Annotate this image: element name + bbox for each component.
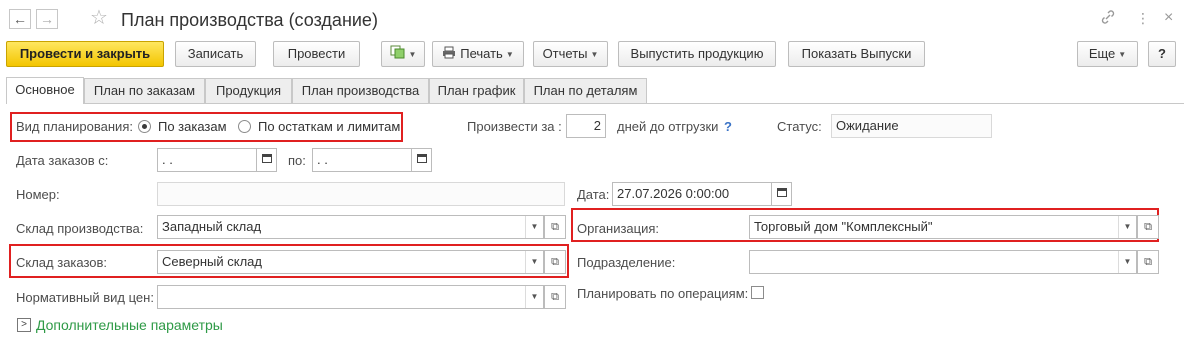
tab-plan-by-orders[interactable]: План по заказам: [84, 78, 205, 103]
date-input[interactable]: 27.07.2026 0:00:00: [612, 182, 772, 206]
link-icon[interactable]: [1100, 9, 1116, 29]
print-label: Печать: [460, 46, 503, 61]
calendar-icon[interactable]: [772, 182, 792, 206]
date-label: Дата:: [577, 187, 610, 202]
print-button[interactable]: Печать ▼: [432, 41, 524, 67]
price-type-select[interactable]: ▼: [157, 285, 544, 309]
forward-button[interactable]: →: [36, 9, 58, 29]
prod-warehouse-value: Западный склад: [162, 219, 262, 234]
calendar-icon[interactable]: [257, 148, 277, 172]
number-field[interactable]: [157, 182, 565, 206]
show-releases-button[interactable]: Показать Выпуски: [788, 41, 925, 67]
planning-type-label: Вид планирования:: [16, 119, 133, 134]
tab-main[interactable]: Основное: [6, 77, 84, 104]
tab-products[interactable]: Продукция: [205, 78, 292, 103]
post-button[interactable]: Провести: [273, 41, 360, 67]
days-label: дней до отгрузки: [617, 119, 719, 134]
post-and-close-button[interactable]: Провести и закрыть: [6, 41, 164, 67]
produce-for-input[interactable]: 2: [566, 114, 606, 138]
printer-icon: [442, 43, 456, 67]
chevron-down-icon: ▼: [408, 49, 417, 59]
chevron-down-icon: ▼: [590, 49, 599, 59]
save-button[interactable]: Записать: [175, 41, 256, 67]
status-label: Статус:: [777, 119, 822, 134]
favorite-star-icon[interactable]: ☆: [90, 7, 108, 29]
release-products-button[interactable]: Выпустить продукцию: [618, 41, 776, 67]
open-icon[interactable]: ⧉: [1137, 215, 1159, 239]
radio-by-stock-limits-label[interactable]: По остаткам и лимитам: [258, 119, 400, 135]
help-question-icon[interactable]: ?: [724, 119, 732, 135]
help-button[interactable]: ?: [1148, 41, 1176, 67]
create-based-on-button[interactable]: ▼: [381, 41, 425, 67]
more-label: Еще: [1088, 46, 1116, 61]
chevron-down-icon[interactable]: ▼: [525, 286, 543, 308]
produce-for-label: Произвести за :: [467, 119, 562, 134]
organization-value: Торговый дом "Комплексный": [754, 219, 933, 234]
open-icon[interactable]: ⧉: [1137, 250, 1159, 274]
tab-divider: [6, 103, 1184, 104]
to-label: по:: [288, 153, 306, 168]
chevron-down-icon[interactable]: ▼: [525, 216, 543, 238]
prod-warehouse-select[interactable]: Западный склад ▼: [157, 215, 544, 239]
prod-warehouse-label: Склад производства:: [16, 221, 144, 236]
chevron-down-icon[interactable]: ▼: [1118, 216, 1136, 238]
plan-by-ops-checkbox[interactable]: [751, 286, 764, 299]
department-label: Подразделение:: [577, 255, 676, 270]
radio-by-stock-limits[interactable]: [238, 120, 251, 133]
chevron-down-icon[interactable]: ▼: [1118, 251, 1136, 273]
orders-warehouse-label: Склад заказов:: [16, 255, 108, 270]
plan-by-ops-label: Планировать по операциям:: [577, 286, 749, 301]
organization-select[interactable]: Торговый дом "Комплексный" ▼: [749, 215, 1137, 239]
tab-schedule-plan[interactable]: План график: [429, 78, 524, 103]
expand-chevron-icon[interactable]: >: [17, 318, 31, 332]
open-icon[interactable]: ⧉: [544, 215, 566, 239]
tab-plan-by-parts[interactable]: План по деталям: [524, 78, 647, 103]
close-icon[interactable]: ×: [1164, 9, 1173, 27]
create-based-on-icon: [390, 43, 406, 67]
chevron-down-icon: ▼: [1118, 49, 1127, 59]
open-icon[interactable]: ⧉: [544, 250, 566, 274]
status-field: Ожидание: [831, 114, 992, 138]
price-type-label: Нормативный вид цен:: [16, 290, 154, 305]
organization-label: Организация:: [577, 221, 660, 236]
reports-button[interactable]: Отчеты ▼: [533, 41, 608, 67]
additional-params-link[interactable]: Дополнительные параметры: [36, 317, 223, 333]
orders-warehouse-value: Северный склад: [162, 254, 262, 269]
more-vert-icon[interactable]: ⋮: [1136, 9, 1150, 27]
back-button[interactable]: ←: [9, 9, 31, 29]
number-label: Номер:: [16, 187, 60, 202]
arrow-right-icon: →: [40, 11, 54, 27]
chevron-down-icon[interactable]: ▼: [525, 251, 543, 273]
department-select[interactable]: ▼: [749, 250, 1137, 274]
radio-by-orders[interactable]: [138, 120, 151, 133]
radio-by-orders-label[interactable]: По заказам: [158, 119, 227, 135]
more-button[interactable]: Еще ▼: [1077, 41, 1138, 67]
open-icon[interactable]: ⧉: [544, 285, 566, 309]
orders-date-from-label: Дата заказов с:: [16, 153, 109, 168]
orders-date-to-input[interactable]: . .: [312, 148, 412, 172]
arrow-left-icon: ←: [13, 11, 27, 27]
reports-label: Отчеты: [542, 46, 588, 61]
orders-date-from-input[interactable]: . .: [157, 148, 257, 172]
page-title: План производства (создание): [121, 10, 378, 30]
calendar-icon[interactable]: [412, 148, 432, 172]
chevron-down-icon: ▼: [505, 49, 514, 59]
orders-warehouse-select[interactable]: Северный склад ▼: [157, 250, 544, 274]
tab-production-plan[interactable]: План производства: [292, 78, 429, 103]
